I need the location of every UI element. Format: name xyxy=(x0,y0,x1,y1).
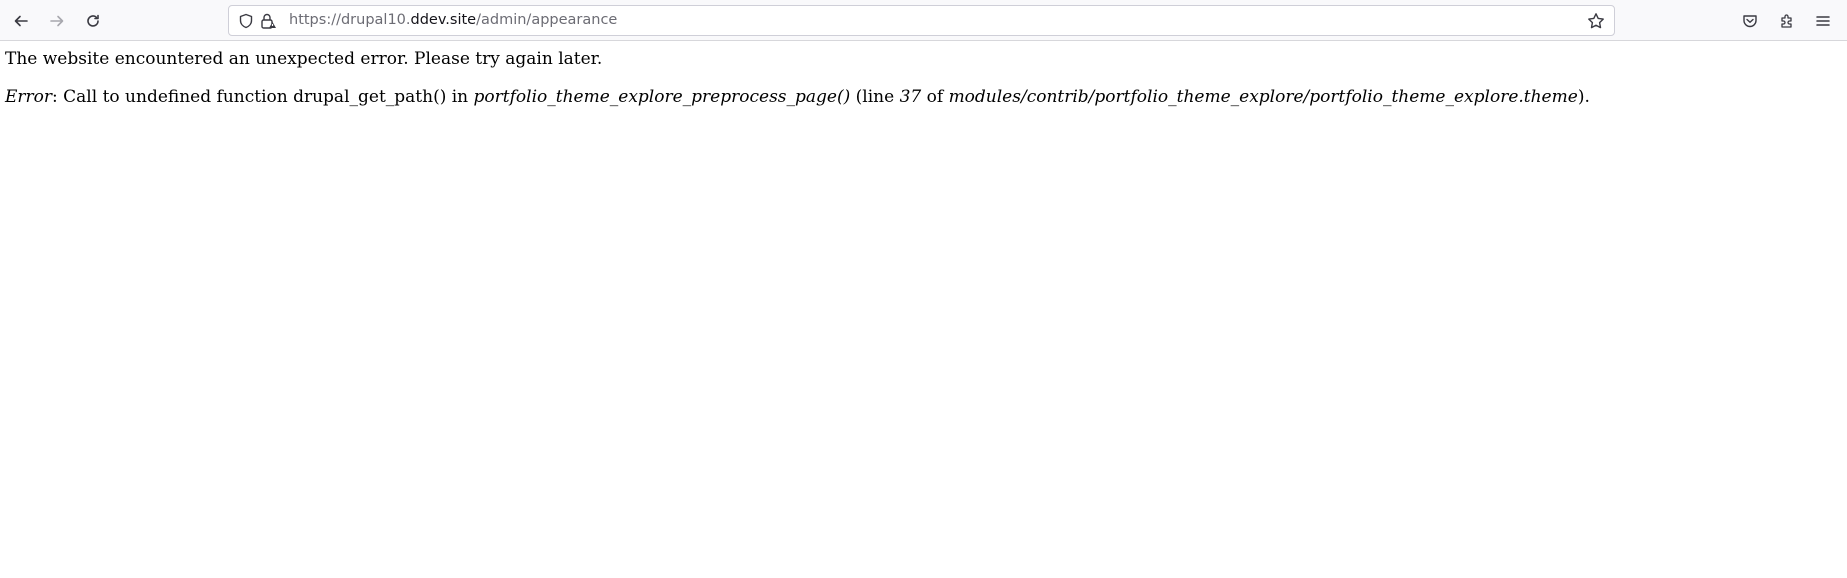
error-text-1: : Call to undefined function drupal_get_… xyxy=(52,87,474,107)
error-function: portfolio_theme_explore_preprocess_page(… xyxy=(473,87,851,107)
extensions-button[interactable] xyxy=(1772,6,1802,36)
error-text-4: ). xyxy=(1577,87,1590,107)
app-menu-button[interactable] xyxy=(1808,6,1838,36)
browser-toolbar: https://drupal10.ddev.site/admin/appeara… xyxy=(0,0,1847,41)
reload-button[interactable] xyxy=(78,6,108,36)
hamburger-menu-icon xyxy=(1815,13,1831,29)
url-text[interactable]: https://drupal10.ddev.site/admin/appeara… xyxy=(289,6,617,35)
back-button[interactable] xyxy=(6,6,36,36)
error-message: The website encountered an unexpected er… xyxy=(5,49,603,69)
error-text-3: of xyxy=(921,87,949,107)
url-prefix: https://drupal10. xyxy=(289,12,411,28)
lock-icon[interactable] xyxy=(259,12,277,30)
back-arrow-icon xyxy=(13,13,29,29)
error-label: Error xyxy=(5,87,53,107)
pocket-button[interactable] xyxy=(1735,6,1765,36)
error-details: Error: Call to undefined function drupal… xyxy=(5,87,1590,107)
reload-icon xyxy=(85,13,101,29)
error-line: 37 xyxy=(899,87,922,107)
address-bar[interactable]: https://drupal10.ddev.site/admin/appeara… xyxy=(228,5,1615,36)
extensions-puzzle-icon xyxy=(1779,13,1795,29)
tracking-protection-shield-icon[interactable] xyxy=(237,12,255,30)
url-host: ddev.site xyxy=(410,12,477,28)
error-file: modules/contrib/portfolio_theme_explore/… xyxy=(948,87,1578,107)
bookmark-star-icon[interactable] xyxy=(1586,11,1606,31)
error-text-2: (line xyxy=(850,87,900,107)
url-path: /admin/appearance xyxy=(476,12,618,28)
forward-arrow-icon xyxy=(49,13,65,29)
pocket-icon xyxy=(1742,13,1758,29)
forward-button[interactable] xyxy=(42,6,72,36)
